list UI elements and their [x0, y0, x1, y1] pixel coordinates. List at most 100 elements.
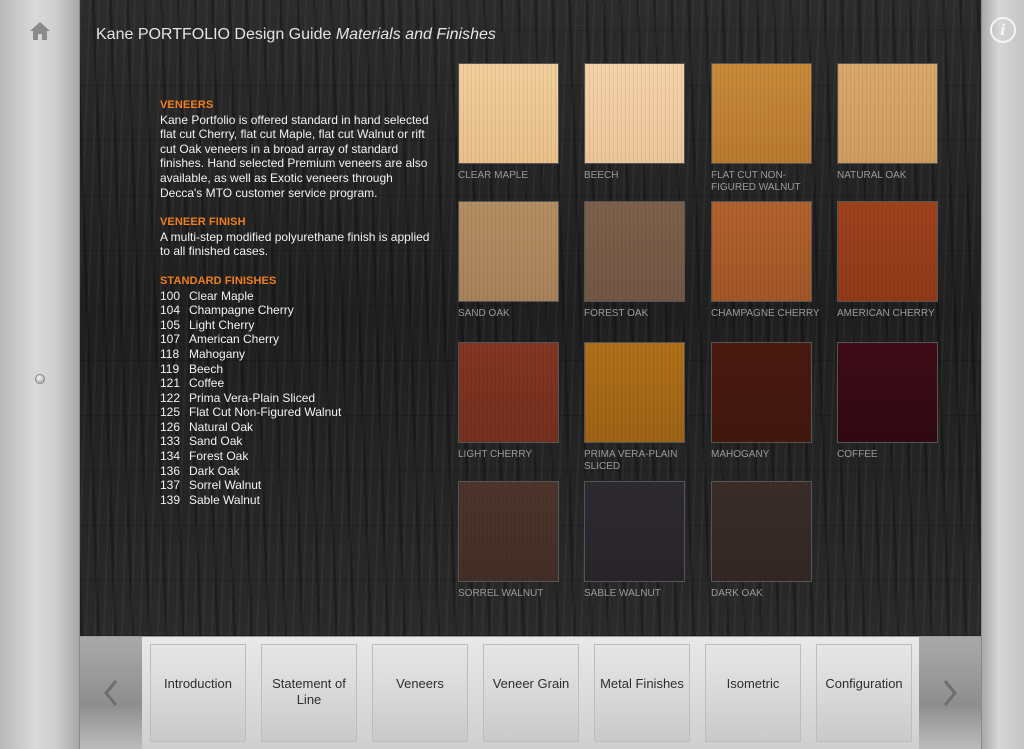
- finish-item: 107 American Cherry: [160, 332, 430, 347]
- finish-item: 133 Sand Oak: [160, 434, 430, 449]
- finish-name: American Cherry: [189, 332, 280, 347]
- swatch-american-cherry: AMERICAN CHERRY: [837, 201, 938, 320]
- swatch-chip[interactable]: [711, 63, 812, 164]
- finish-name: Beech: [189, 361, 224, 376]
- swatch-chip[interactable]: [584, 342, 685, 443]
- finish-code: 125: [160, 405, 181, 420]
- swatch-label: FLAT CUT NON-FIGURED WALNUT: [711, 170, 801, 193]
- swatch-forest-oak: FOREST OAK: [584, 201, 685, 320]
- swatch-chip[interactable]: [458, 481, 559, 582]
- swatch-beech: BEECH: [584, 63, 685, 182]
- swatch-champagne-cherry: CHAMPAGNE CHERRY: [711, 201, 820, 320]
- finish-name: Clear Maple: [189, 288, 254, 303]
- finish-code: 105: [160, 317, 181, 332]
- swatch-chip[interactable]: [584, 63, 685, 164]
- swatch-flat-cut-walnut: FLAT CUT NON-FIGURED WALNUT: [711, 63, 812, 194]
- veneer-finish-text: A multi-step modified polyurethane finis…: [160, 229, 430, 259]
- swatch-chip[interactable]: [711, 201, 812, 302]
- swatch-chip[interactable]: [458, 63, 559, 164]
- finish-name: Champagne Cherry: [189, 303, 294, 318]
- finish-name: Forest Oak: [189, 449, 249, 464]
- page-indicator-dot[interactable]: [35, 374, 45, 384]
- swatch-chip[interactable]: [837, 342, 938, 443]
- description-column: VENEERS Kane Portfolio is offered standa…: [160, 98, 430, 507]
- finish-item: 104 Champagne Cherry: [160, 303, 430, 318]
- tab-metal-finishes[interactable]: Metal Finishes: [594, 644, 690, 742]
- finish-name: Light Cherry: [189, 317, 255, 332]
- swatch-chip[interactable]: [711, 481, 812, 582]
- swatch-label: DARK OAK: [711, 588, 763, 599]
- next-button[interactable]: [919, 637, 981, 749]
- tab-veneers[interactable]: Veneers: [372, 644, 468, 742]
- swatch-chip[interactable]: [837, 63, 938, 164]
- chevron-right-icon: [943, 680, 957, 706]
- page-title-main: Kane PORTFOLIO Design Guide: [96, 26, 332, 43]
- swatch-chip[interactable]: [711, 342, 812, 443]
- swatch-label: SAND OAK: [458, 308, 510, 319]
- finish-code: 126: [160, 419, 181, 434]
- swatch-coffee: COFFEE: [837, 342, 938, 461]
- tab-isometric[interactable]: Isometric: [705, 644, 801, 742]
- swatch-label: MAHOGANY: [711, 449, 770, 460]
- info-icon[interactable]: i: [990, 17, 1016, 43]
- finish-code: 122: [160, 390, 181, 405]
- finish-code: 139: [160, 492, 181, 507]
- swatch-label: FOREST OAK: [584, 308, 649, 319]
- prev-button[interactable]: [80, 637, 142, 749]
- swatch-label: AMERICAN CHERRY: [837, 308, 935, 319]
- swatch-sable-walnut: SABLE WALNUT: [584, 481, 685, 600]
- finish-item: 122 Prima Vera-Plain Sliced: [160, 391, 430, 406]
- tab-configuration[interactable]: Configuration: [816, 644, 912, 742]
- finish-name: Prima Vera-Plain Sliced: [189, 390, 316, 405]
- finish-code: 134: [160, 449, 181, 464]
- swatch-chip[interactable]: [458, 201, 559, 302]
- swatch-label: SABLE WALNUT: [584, 588, 661, 599]
- finish-name: Sable Walnut: [189, 492, 260, 507]
- swatch-chip[interactable]: [458, 342, 559, 443]
- finish-code: 107: [160, 332, 181, 347]
- finish-item: 118 Mahogany: [160, 347, 430, 362]
- finish-name: Mahogany: [189, 346, 246, 361]
- swatch-prima-vera: PRIMA VERA-PLAIN SLICED: [584, 342, 685, 473]
- standard-finishes-list: 100 Clear Maple 104 Champagne Cherry 105 Li…: [160, 289, 430, 508]
- swatch-label: PRIMA VERA-PLAIN SLICED: [584, 449, 678, 472]
- section-tab-bar: Introduction Statement of Line Veneers V…: [80, 636, 981, 749]
- main-panel: Kane PORTFOLIO Design Guide Materials an…: [80, 0, 981, 636]
- right-rail: i: [981, 0, 1024, 749]
- finish-item: 121 Coffee: [160, 376, 430, 391]
- swatch-mahogany: MAHOGANY: [711, 342, 812, 461]
- finish-item: 125 Flat Cut Non-Figured Walnut: [160, 405, 430, 420]
- swatch-chip[interactable]: [584, 481, 685, 582]
- left-rail: [0, 0, 80, 749]
- finish-item: 100 Clear Maple: [160, 289, 430, 304]
- tab-veneer-grain[interactable]: Veneer Grain: [483, 644, 579, 742]
- veneers-heading: VENEERS: [160, 99, 214, 111]
- swatch-dark-oak: DARK OAK: [711, 481, 812, 600]
- swatch-sorrel-walnut: SORREL WALNUT: [458, 481, 559, 600]
- swatch-chip[interactable]: [837, 201, 938, 302]
- swatch-natural-oak: NATURAL OAK: [837, 63, 938, 182]
- swatch-label: COFFEE: [837, 449, 878, 460]
- finish-name: Dark Oak: [189, 463, 240, 478]
- tab-statement-of-line[interactable]: Statement of Line: [261, 644, 357, 742]
- swatch-label: SORREL WALNUT: [458, 588, 544, 599]
- finish-item: 126 Natural Oak: [160, 420, 430, 435]
- finish-item: 139 Sable Walnut: [160, 493, 430, 508]
- swatch-label: CHAMPAGNE CHERRY: [711, 308, 820, 319]
- swatch-clear-maple: CLEAR MAPLE: [458, 63, 559, 182]
- finish-name: Sorrel Walnut: [189, 478, 262, 493]
- tab-introduction[interactable]: Introduction: [150, 644, 246, 742]
- swatch-light-cherry: LIGHT CHERRY: [458, 342, 559, 461]
- swatch-chip[interactable]: [584, 201, 685, 302]
- swatch-label: LIGHT CHERRY: [458, 449, 533, 460]
- swatch-label: BEECH: [584, 170, 619, 181]
- page-title: Kane PORTFOLIO Design Guide Materials an…: [96, 26, 496, 44]
- finish-name: Flat Cut Non-Figured Walnut: [189, 405, 342, 420]
- standard-finishes-heading: STANDARD FINISHES: [160, 274, 277, 287]
- finish-item: 136 Dark Oak: [160, 464, 430, 479]
- home-icon[interactable]: [28, 19, 52, 43]
- swatch-label: CLEAR MAPLE: [458, 170, 529, 181]
- finish-code: 119: [160, 361, 180, 376]
- veneers-text: Kane Portfolio is offered standard in ha…: [160, 112, 429, 200]
- finish-code: 100: [160, 288, 181, 303]
